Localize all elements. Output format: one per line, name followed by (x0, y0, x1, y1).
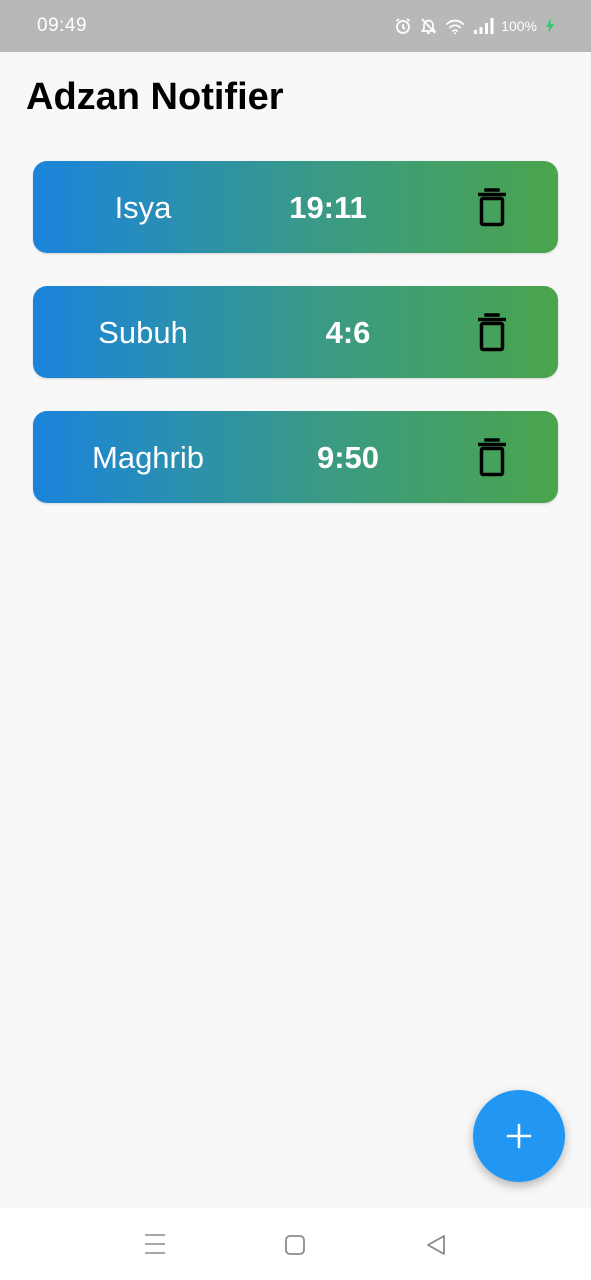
prayer-name: Subuh (98, 315, 188, 350)
alarm-card[interactable]: Isya 19:11 (33, 161, 558, 253)
trash-icon (478, 188, 506, 227)
delete-button[interactable] (474, 312, 510, 352)
bell-off-icon (420, 17, 437, 35)
back-button[interactable] (421, 1230, 451, 1260)
home-button[interactable] (280, 1230, 310, 1260)
signal-icon (473, 17, 495, 35)
home-icon (285, 1235, 305, 1255)
trash-icon (478, 313, 506, 352)
status-bar: 09:49 100% (0, 0, 591, 52)
alarm-icon (394, 17, 412, 35)
navigation-bar (0, 1208, 591, 1280)
trash-icon (478, 438, 506, 477)
status-icons: 100% (394, 14, 555, 38)
delete-button[interactable] (474, 437, 510, 477)
delete-button[interactable] (474, 187, 510, 227)
prayer-name: Isya (114, 190, 172, 225)
prayer-name: Maghrib (92, 440, 204, 475)
add-alarm-button[interactable] (473, 1090, 565, 1182)
status-time: 09:49 (37, 15, 88, 36)
battery-percentage: 100% (501, 18, 537, 34)
prayer-time: 9:50 (316, 440, 380, 475)
charging-icon (545, 17, 555, 35)
plus-icon (506, 1123, 532, 1149)
alarm-list: Isya 19:11 Subuh 4:6 Maghrib 9:50 (33, 161, 558, 536)
prayer-time: 19:11 (289, 190, 367, 225)
wifi-icon (445, 17, 465, 35)
menu-button[interactable] (140, 1230, 170, 1260)
alarm-card[interactable]: Subuh 4:6 (33, 286, 558, 378)
alarm-card[interactable]: Maghrib 9:50 (33, 411, 558, 503)
prayer-time: 4:6 (325, 315, 371, 350)
back-icon (427, 1235, 445, 1255)
menu-icon (145, 1234, 165, 1254)
page-title: Adzan Notifier (26, 76, 284, 118)
